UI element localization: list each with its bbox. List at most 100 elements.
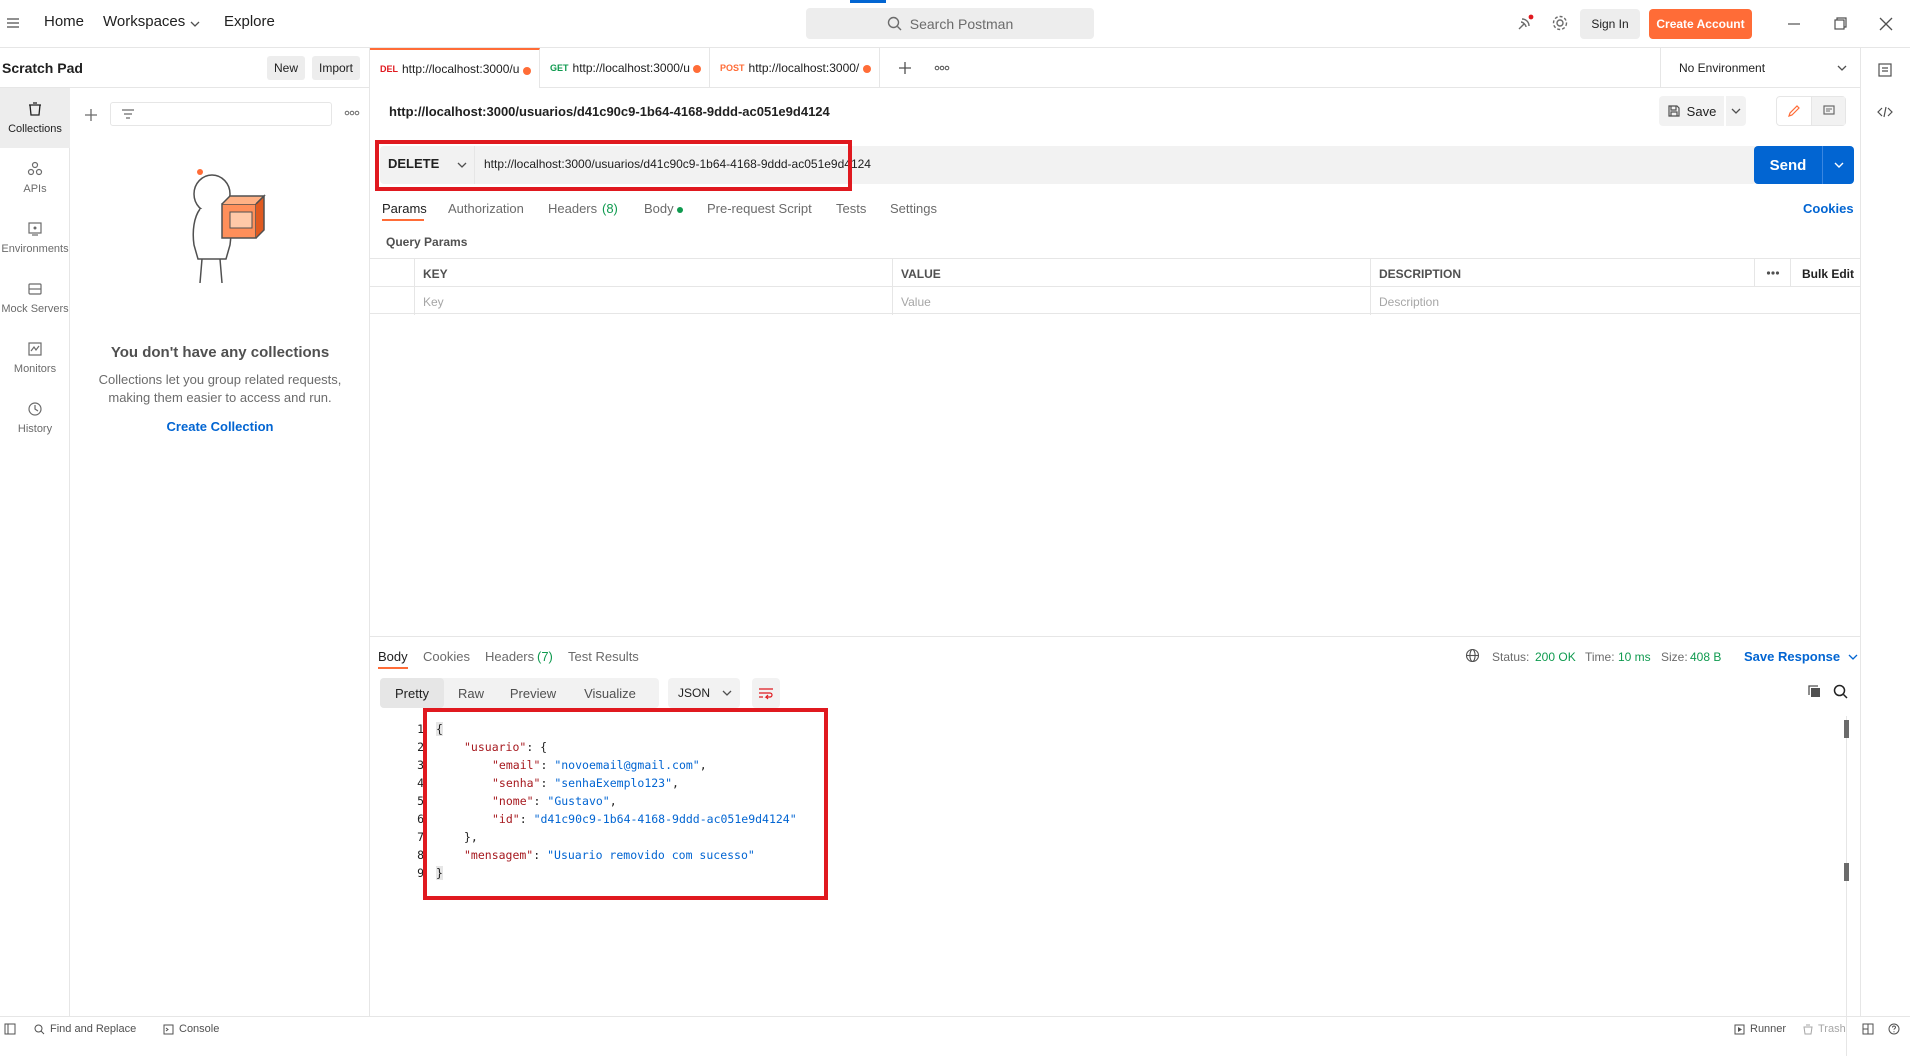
sidebar-toggle-icon[interactable] (4, 1023, 16, 1035)
scrollbar-thumb[interactable] (1844, 720, 1849, 738)
tab-method: GET (550, 63, 569, 73)
response-divider[interactable] (370, 636, 1860, 637)
tab-url: http://localhost:3000/u (572, 61, 690, 75)
create-collection-link[interactable]: Create Collection (70, 419, 370, 434)
unsaved-dot (863, 65, 871, 73)
value-input[interactable]: Value (901, 295, 931, 309)
column-divider (1754, 259, 1755, 286)
bulk-edit-button[interactable]: Bulk Edit (1802, 267, 1854, 281)
new-button[interactable]: New (267, 56, 305, 80)
more-options-icon[interactable] (344, 110, 360, 116)
filter-input[interactable] (110, 102, 332, 126)
nav-workspaces[interactable]: Workspaces (103, 13, 185, 30)
runner-button[interactable]: Runner (1734, 1023, 1786, 1035)
response-tab-headers[interactable]: Headers (485, 649, 534, 664)
format-label: JSON (678, 686, 711, 700)
send-button[interactable]: Send (1754, 146, 1822, 184)
gear-icon[interactable] (1551, 14, 1569, 32)
code-icon[interactable] (1877, 104, 1893, 120)
environment-label: No Environment (1679, 61, 1766, 75)
console-button[interactable]: Console (163, 1023, 219, 1035)
layout-icon[interactable] (1862, 1023, 1874, 1035)
find-replace-button[interactable]: Find and Replace (34, 1023, 136, 1035)
save-response-button[interactable]: Save Response (1744, 649, 1840, 664)
menu-icon[interactable] (6, 16, 20, 30)
view-pretty[interactable]: Pretty (380, 678, 444, 708)
nav-home[interactable]: Home (44, 13, 84, 30)
trash-button[interactable]: Trash (1803, 1023, 1846, 1035)
tab-get-request[interactable]: GET http://localhost:3000/u (540, 48, 710, 88)
tab-body[interactable]: Body (644, 201, 674, 216)
minimize-icon[interactable] (1784, 14, 1804, 34)
more-options-icon[interactable] (1766, 270, 1780, 276)
size-value[interactable]: 408 B (1690, 650, 1721, 664)
environment-quick-look-icon[interactable] (1877, 62, 1893, 78)
chevron-down-icon[interactable] (1848, 653, 1858, 661)
tab-params[interactable]: Params (382, 201, 427, 216)
tab-url: http://localhost:3000/ (748, 61, 860, 75)
edit-mode-button[interactable] (1777, 97, 1812, 125)
comment-mode-button[interactable] (1812, 97, 1845, 125)
tab-post-request[interactable]: POST http://localhost:3000/ (710, 48, 880, 88)
send-dropdown[interactable] (1822, 146, 1854, 184)
sidebar-item-monitors[interactable]: Monitors (0, 328, 70, 388)
search-icon[interactable] (1833, 684, 1848, 699)
help-icon[interactable] (1888, 1023, 1900, 1035)
request-title[interactable]: http://localhost:3000/usuarios/d41c90c9-… (389, 104, 830, 119)
save-button[interactable]: Save (1659, 96, 1724, 126)
view-raw[interactable]: Raw (444, 678, 498, 708)
view-mode-toggle (1776, 96, 1846, 126)
save-dropdown[interactable] (1726, 96, 1746, 126)
console-label: Console (179, 1023, 220, 1035)
response-tab-test-results[interactable]: Test Results (568, 649, 639, 664)
view-preview[interactable]: Preview (498, 678, 568, 708)
chevron-down-icon[interactable] (190, 20, 200, 28)
sign-in-button[interactable]: Sign In (1580, 9, 1640, 39)
tab-pre-request-script[interactable]: Pre-request Script (707, 201, 812, 216)
time-value[interactable]: 10 ms (1618, 650, 1651, 664)
response-tab-body[interactable]: Body (378, 649, 408, 664)
close-icon[interactable] (1876, 14, 1896, 34)
format-select[interactable]: JSON (668, 678, 740, 708)
request-tabs: DEL http://localhost:3000/u GET http://l… (370, 48, 1860, 88)
tab-delete-request[interactable]: DEL http://localhost:3000/u (370, 48, 540, 88)
restore-icon[interactable] (1830, 14, 1850, 34)
view-visualize[interactable]: Visualize (568, 678, 652, 708)
tab-headers[interactable]: Headers (548, 201, 597, 216)
sidebar-item-apis[interactable]: APIs (0, 148, 70, 208)
satellite-icon[interactable] (1516, 14, 1534, 32)
tab-settings[interactable]: Settings (890, 201, 937, 216)
status-value[interactable]: 200 OK (1535, 650, 1576, 664)
scrollbar[interactable] (1846, 716, 1847, 1056)
import-button[interactable]: Import (312, 56, 360, 80)
tab-options-icon[interactable] (934, 65, 950, 71)
wrap-lines-button[interactable] (752, 678, 780, 708)
create-account-button[interactable]: Create Account (1649, 9, 1752, 39)
tab-authorization[interactable]: Authorization (448, 201, 524, 216)
copy-icon[interactable] (1807, 684, 1822, 699)
environment-selector[interactable]: No Environment (1660, 48, 1860, 88)
history-icon (28, 402, 42, 416)
line-number: 5 (417, 794, 424, 808)
description-input[interactable]: Description (1379, 295, 1439, 309)
sidebar-item-label: Environments (1, 243, 69, 255)
sidebar-item-collections[interactable]: Collections (0, 88, 70, 148)
sidebar-item-environments[interactable]: Environments (0, 208, 70, 268)
cookies-link[interactable]: Cookies (1803, 201, 1854, 216)
runner-icon (1734, 1024, 1745, 1034)
sidebar-item-history[interactable]: History (0, 388, 70, 448)
response-tab-cookies[interactable]: Cookies (423, 649, 470, 664)
unsaved-dot (523, 67, 531, 75)
new-tab-icon[interactable] (898, 61, 912, 75)
nav-explore[interactable]: Explore (224, 13, 275, 30)
search-input[interactable]: Search Postman (806, 0, 1094, 39)
globe-icon[interactable] (1465, 648, 1480, 663)
tab-tests[interactable]: Tests (836, 201, 866, 216)
sidebar-item-mock-servers[interactable]: Mock Servers (0, 268, 70, 328)
scrollbar-thumb[interactable] (1844, 863, 1849, 881)
key-input[interactable]: Key (423, 295, 444, 309)
column-header-description: DESCRIPTION (1379, 267, 1462, 281)
line-number: 1 (417, 722, 424, 736)
plus-icon[interactable] (84, 108, 98, 122)
right-sidebar (1860, 48, 1910, 1016)
